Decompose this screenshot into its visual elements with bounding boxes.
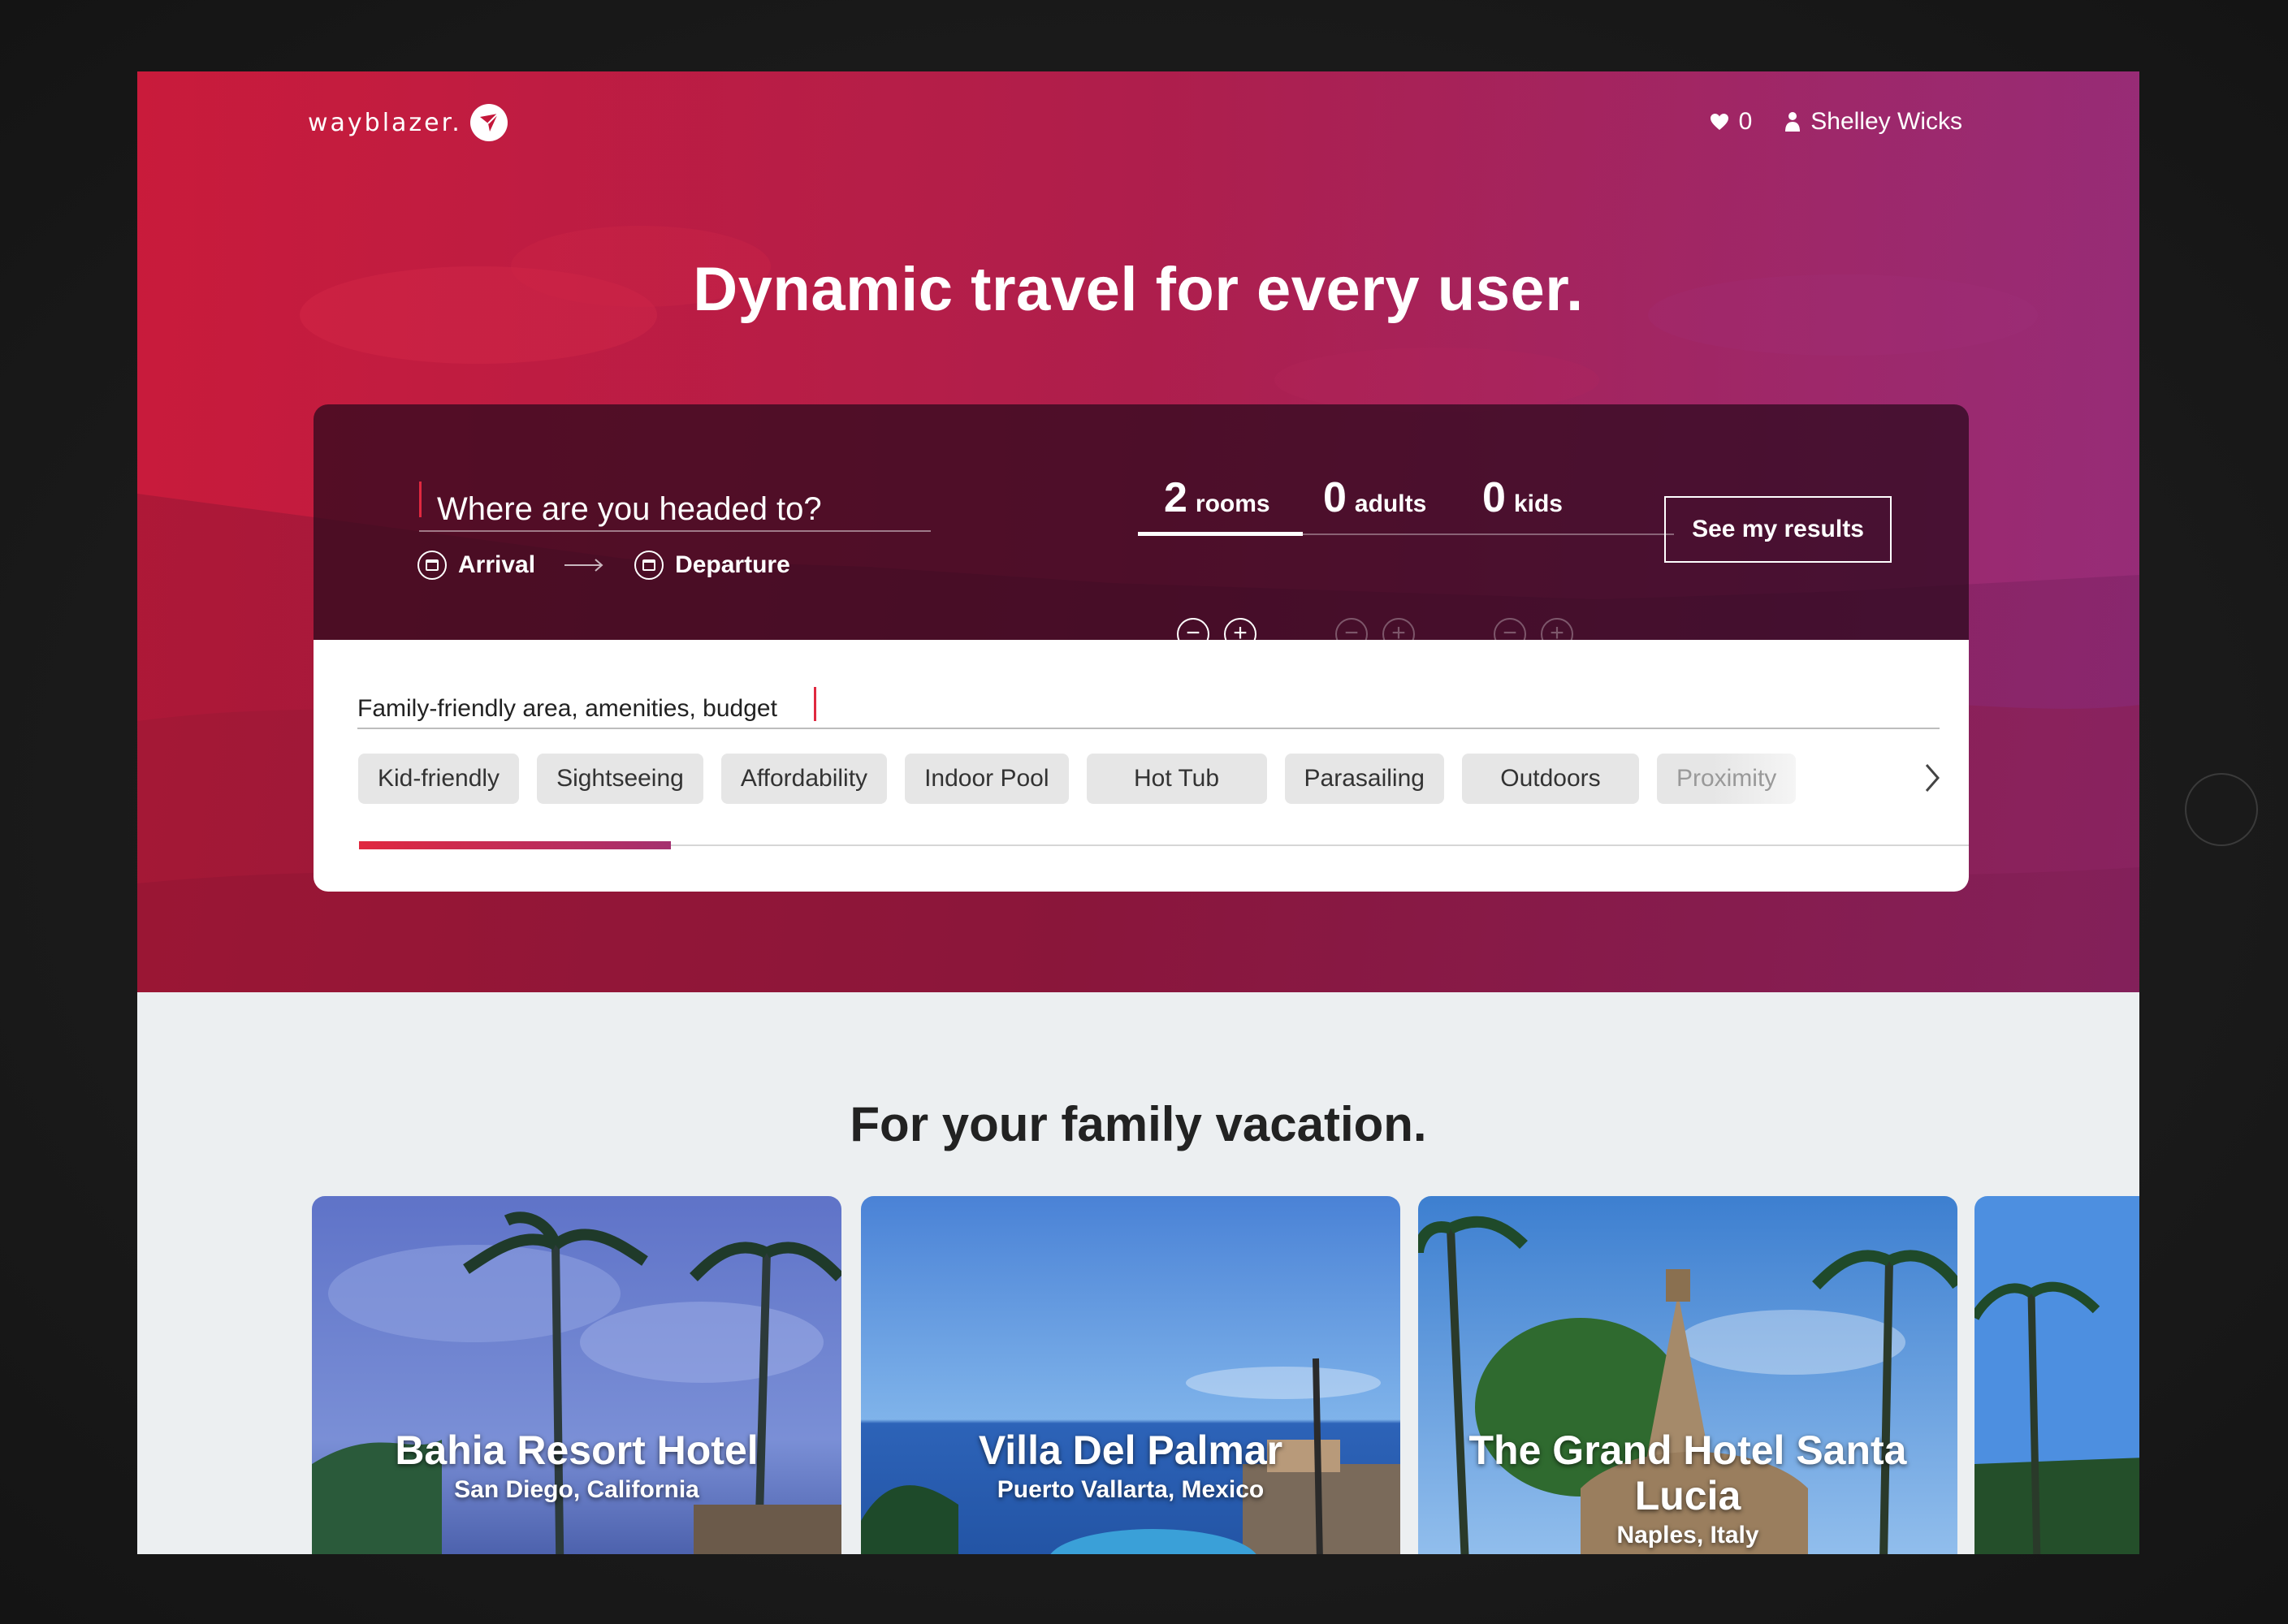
search-card: Where are you headed to? Arrival Departu… xyxy=(314,404,1969,892)
hotel-name: The Grand Hotel Santa Lucia xyxy=(1468,1427,1907,1518)
chips-scroll-indicator[interactable] xyxy=(359,841,671,849)
see-results-button[interactable]: See my results xyxy=(1664,496,1892,563)
kids-counter[interactable]: 0 kids xyxy=(1482,473,1563,522)
text-cursor xyxy=(814,687,816,721)
departure-label: Departure xyxy=(675,551,790,578)
hotel-photo xyxy=(1974,1196,2139,1554)
hotel-card[interactable]: The Grand Hotel Santa Lucia Naples, Ital… xyxy=(1418,1196,1957,1554)
user-account-link[interactable]: Shelley Wicks xyxy=(1784,108,1962,136)
favorites-link[interactable]: 0 xyxy=(1710,108,1753,136)
rooms-counter[interactable]: 2 rooms xyxy=(1164,473,1270,522)
hotel-location: Naples, Italy xyxy=(1616,1522,1759,1548)
search-preferences-panel: Family-friendly area, amenities, budget … xyxy=(314,640,1969,892)
guest-counters: 2 rooms 0 adults 0 kids − + − + − + xyxy=(1138,473,1674,650)
kids-value: 0 xyxy=(1482,474,1506,521)
rooms-active-indicator xyxy=(1138,532,1303,536)
kids-label: kids xyxy=(1513,490,1563,517)
date-range: Arrival Departure xyxy=(417,551,790,580)
chip-hot-tub[interactable]: Hot Tub xyxy=(1086,754,1267,804)
hotel-name: Bahia Resort Hotel xyxy=(395,1427,759,1473)
hero-headline: Dynamic travel for every user. xyxy=(693,255,1584,324)
adults-label: adults xyxy=(1354,490,1427,517)
heart-icon xyxy=(1710,114,1728,130)
chip-parasailing[interactable]: Parasailing xyxy=(1284,754,1444,804)
adults-value: 0 xyxy=(1323,474,1347,521)
favorites-count: 0 xyxy=(1738,108,1753,135)
hotel-name: Villa Del Palmar xyxy=(978,1427,1283,1473)
brand-paper-plane-icon xyxy=(469,104,508,141)
hotel-location: San Diego, California xyxy=(454,1476,699,1503)
section-title: For your family vacation. xyxy=(850,1097,1427,1151)
hotel-card[interactable]: Villa Del Palmar Puerto Vallarta, Mexico xyxy=(861,1196,1400,1554)
text-cursor xyxy=(419,482,422,517)
chip-proximity[interactable]: Proximity xyxy=(1656,754,1797,804)
preferences-text: Family-friendly area, amenities, budget xyxy=(357,695,777,722)
top-navigation: 0 Shelley Wicks xyxy=(1710,108,1962,136)
arrival-date-picker[interactable]: Arrival xyxy=(417,551,535,580)
hotel-location: Puerto Vallarta, Mexico xyxy=(997,1476,1265,1503)
hotel-card[interactable] xyxy=(1974,1196,2139,1554)
app-screen: wayblazer. 0 Shelley Wicks Dynamic trave… xyxy=(137,71,2139,1554)
chevron-right-icon[interactable] xyxy=(1922,762,1943,794)
tablet-home-button[interactable] xyxy=(2185,773,2258,846)
hotel-caption: Bahia Resort Hotel San Diego, California xyxy=(312,1427,841,1504)
brand-wordmark: wayblazer. xyxy=(308,108,462,137)
hotel-card[interactable]: Bahia Resort Hotel San Diego, California xyxy=(312,1196,841,1554)
chip-affordability[interactable]: Affordability xyxy=(720,754,888,804)
departure-date-picker[interactable]: Departure xyxy=(634,551,790,580)
rooms-label: rooms xyxy=(1195,490,1270,517)
user-icon xyxy=(1785,112,1801,132)
hero-section: wayblazer. 0 Shelley Wicks Dynamic trave… xyxy=(137,71,2139,992)
hotel-caption: The Grand Hotel Santa Lucia Naples, Ital… xyxy=(1418,1427,1957,1549)
arrow-right-icon xyxy=(564,559,603,572)
brand-logo[interactable]: wayblazer. xyxy=(308,104,508,141)
destination-input[interactable]: Where are you headed to? xyxy=(419,473,931,532)
arrival-label: Arrival xyxy=(458,551,536,578)
chip-kid-friendly[interactable]: Kid-friendly xyxy=(358,754,520,804)
adults-counter[interactable]: 0 adults xyxy=(1323,473,1426,522)
search-primary-panel: Where are you headed to? Arrival Departu… xyxy=(314,404,1969,650)
hotel-caption: Villa Del Palmar Puerto Vallarta, Mexico xyxy=(861,1427,1400,1504)
chip-indoor-pool[interactable]: Indoor Pool xyxy=(905,754,1069,804)
hotel-cards: Bahia Resort Hotel San Diego, California xyxy=(312,1196,2139,1554)
preference-chips: Kid-friendly Sightseeing Affordability I… xyxy=(358,754,1910,806)
calendar-icon xyxy=(417,551,447,580)
rooms-value: 2 xyxy=(1164,474,1187,521)
user-name: Shelley Wicks xyxy=(1810,108,1962,135)
preferences-input[interactable]: Family-friendly area, amenities, budget xyxy=(357,680,1940,729)
calendar-icon xyxy=(634,551,664,580)
chip-outdoors[interactable]: Outdoors xyxy=(1461,754,1639,804)
chip-sightseeing[interactable]: Sightseeing xyxy=(537,754,703,804)
destination-placeholder: Where are you headed to? xyxy=(437,491,822,527)
